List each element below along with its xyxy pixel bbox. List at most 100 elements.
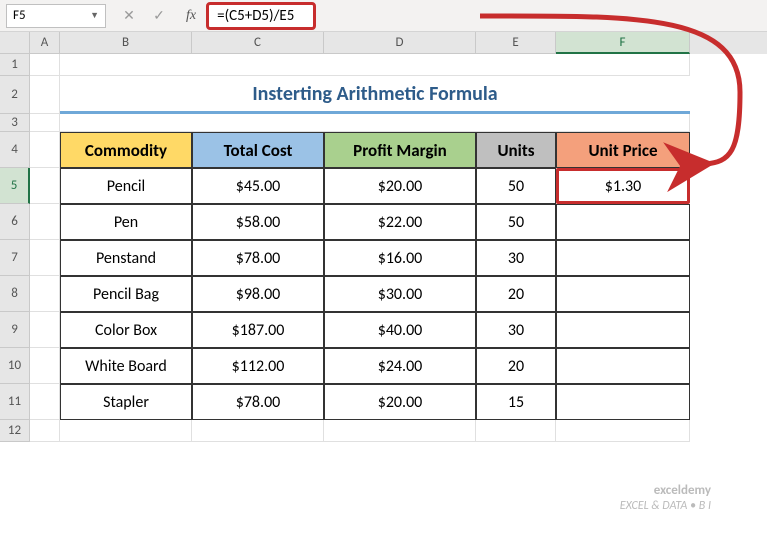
cell-D1[interactable] (324, 54, 476, 76)
formula-bar[interactable]: =(C5+D5)/E5 (206, 2, 316, 30)
row-header-6[interactable]: 6 (0, 204, 30, 240)
cell-B8[interactable]: Pencil Bag (60, 276, 192, 312)
cell-E8[interactable]: 20 (476, 276, 556, 312)
row-header-4[interactable]: 4 (0, 132, 30, 168)
cell-F8[interactable] (556, 276, 690, 312)
cell-F5[interactable]: $1.30 (556, 168, 690, 204)
cell-D7[interactable]: $16.00 (324, 240, 476, 276)
chevron-down-icon[interactable]: ▼ (90, 10, 99, 21)
cell-D10[interactable]: $24.00 (324, 348, 476, 384)
cell-C10[interactable]: $112.00 (192, 348, 324, 384)
cell-B5[interactable]: Pencil (60, 168, 192, 204)
cell-C9[interactable]: $187.00 (192, 312, 324, 348)
cell-B7[interactable]: Penstand (60, 240, 192, 276)
cell-F11[interactable] (556, 384, 690, 420)
cell-A8[interactable] (30, 276, 60, 312)
accept-icon[interactable]: ✓ (150, 7, 168, 24)
cell-A12[interactable] (30, 420, 60, 442)
cell-E6[interactable]: 50 (476, 204, 556, 240)
header-totalcost[interactable]: Total Cost (192, 132, 324, 168)
row-4: 4 Commodity Total Cost Profit Margin Uni… (0, 132, 767, 168)
cell-B3[interactable] (60, 114, 192, 132)
cell-C7[interactable]: $78.00 (192, 240, 324, 276)
cell-A9[interactable] (30, 312, 60, 348)
col-header-B[interactable]: B (60, 32, 192, 54)
title-cell[interactable]: Insterting Arithmetic Formula (60, 76, 690, 114)
cell-F3[interactable] (556, 114, 690, 132)
cell-C12[interactable] (192, 420, 324, 442)
cell-B9[interactable]: Color Box (60, 312, 192, 348)
row-header-3[interactable]: 3 (0, 114, 30, 132)
cell-D6[interactable]: $22.00 (324, 204, 476, 240)
cell-F1[interactable] (556, 54, 690, 76)
cell-F9[interactable] (556, 312, 690, 348)
formula-controls: ✕ ✓ fx (120, 7, 196, 24)
cell-B12[interactable] (60, 420, 192, 442)
cell-D9[interactable]: $40.00 (324, 312, 476, 348)
cancel-icon[interactable]: ✕ (120, 7, 138, 24)
col-header-E[interactable]: E (476, 32, 556, 54)
row-header-8[interactable]: 8 (0, 276, 30, 312)
header-margin[interactable]: Profit Margin (324, 132, 476, 168)
cell-B1[interactable] (60, 54, 192, 76)
col-header-C[interactable]: C (192, 32, 324, 54)
cell-C3[interactable] (192, 114, 324, 132)
cell-A1[interactable] (30, 54, 60, 76)
cell-F7[interactable] (556, 240, 690, 276)
cell-B10[interactable]: White Board (60, 348, 192, 384)
header-units[interactable]: Units (476, 132, 556, 168)
row-header-12[interactable]: 12 (0, 420, 30, 442)
watermark: exceldemy EXCEL & DATA • B I (620, 483, 711, 513)
cell-E12[interactable] (476, 420, 556, 442)
cell-D11[interactable]: $20.00 (324, 384, 476, 420)
cell-C5[interactable]: $45.00 (192, 168, 324, 204)
col-header-D[interactable]: D (324, 32, 476, 54)
fx-icon[interactable]: fx (186, 8, 196, 24)
cell-A10[interactable] (30, 348, 60, 384)
row-header-10[interactable]: 10 (0, 348, 30, 384)
row-header-7[interactable]: 7 (0, 240, 30, 276)
cell-D12[interactable] (324, 420, 476, 442)
row-8: 8 Pencil Bag$98.00$30.0020 (0, 276, 767, 312)
cell-A2[interactable] (30, 76, 60, 114)
row-header-11[interactable]: 11 (0, 384, 30, 420)
cell-A5[interactable] (30, 168, 60, 204)
watermark-line1: exceldemy (620, 483, 711, 499)
cell-E3[interactable] (476, 114, 556, 132)
cell-A6[interactable] (30, 204, 60, 240)
cell-E9[interactable]: 30 (476, 312, 556, 348)
cell-F10[interactable] (556, 348, 690, 384)
col-header-A[interactable]: A (30, 32, 60, 54)
cell-D5[interactable]: $20.00 (324, 168, 476, 204)
cell-C1[interactable] (192, 54, 324, 76)
cell-C6[interactable]: $58.00 (192, 204, 324, 240)
cell-E5[interactable]: 50 (476, 168, 556, 204)
cell-C11[interactable]: $78.00 (192, 384, 324, 420)
cell-C8[interactable]: $98.00 (192, 276, 324, 312)
cell-F6[interactable] (556, 204, 690, 240)
row-header-5[interactable]: 5 (0, 168, 30, 204)
name-box[interactable]: F5 ▼ (6, 4, 106, 28)
cell-B6[interactable]: Pen (60, 204, 192, 240)
header-commodity[interactable]: Commodity (60, 132, 192, 168)
row-header-2[interactable]: 2 (0, 76, 30, 114)
spreadsheet-grid: A B C D E F 1 2 Insterting Arithmetic Fo… (0, 32, 767, 442)
cell-F12[interactable] (556, 420, 690, 442)
cell-E11[interactable]: 15 (476, 384, 556, 420)
select-all-corner[interactable] (0, 32, 30, 54)
cell-E10[interactable]: 20 (476, 348, 556, 384)
cell-A11[interactable] (30, 384, 60, 420)
col-header-F[interactable]: F (556, 32, 690, 54)
row-header-9[interactable]: 9 (0, 312, 30, 348)
cell-E7[interactable]: 30 (476, 240, 556, 276)
cell-E1[interactable] (476, 54, 556, 76)
cell-B11[interactable]: Stapler (60, 384, 192, 420)
row-header-1[interactable]: 1 (0, 54, 30, 76)
cell-A3[interactable] (30, 114, 60, 132)
cell-D8[interactable]: $30.00 (324, 276, 476, 312)
cell-A4[interactable] (30, 132, 60, 168)
cell-A7[interactable] (30, 240, 60, 276)
cell-D3[interactable] (324, 114, 476, 132)
header-unitprice[interactable]: Unit Price (556, 132, 690, 168)
column-headers: A B C D E F (0, 32, 767, 54)
